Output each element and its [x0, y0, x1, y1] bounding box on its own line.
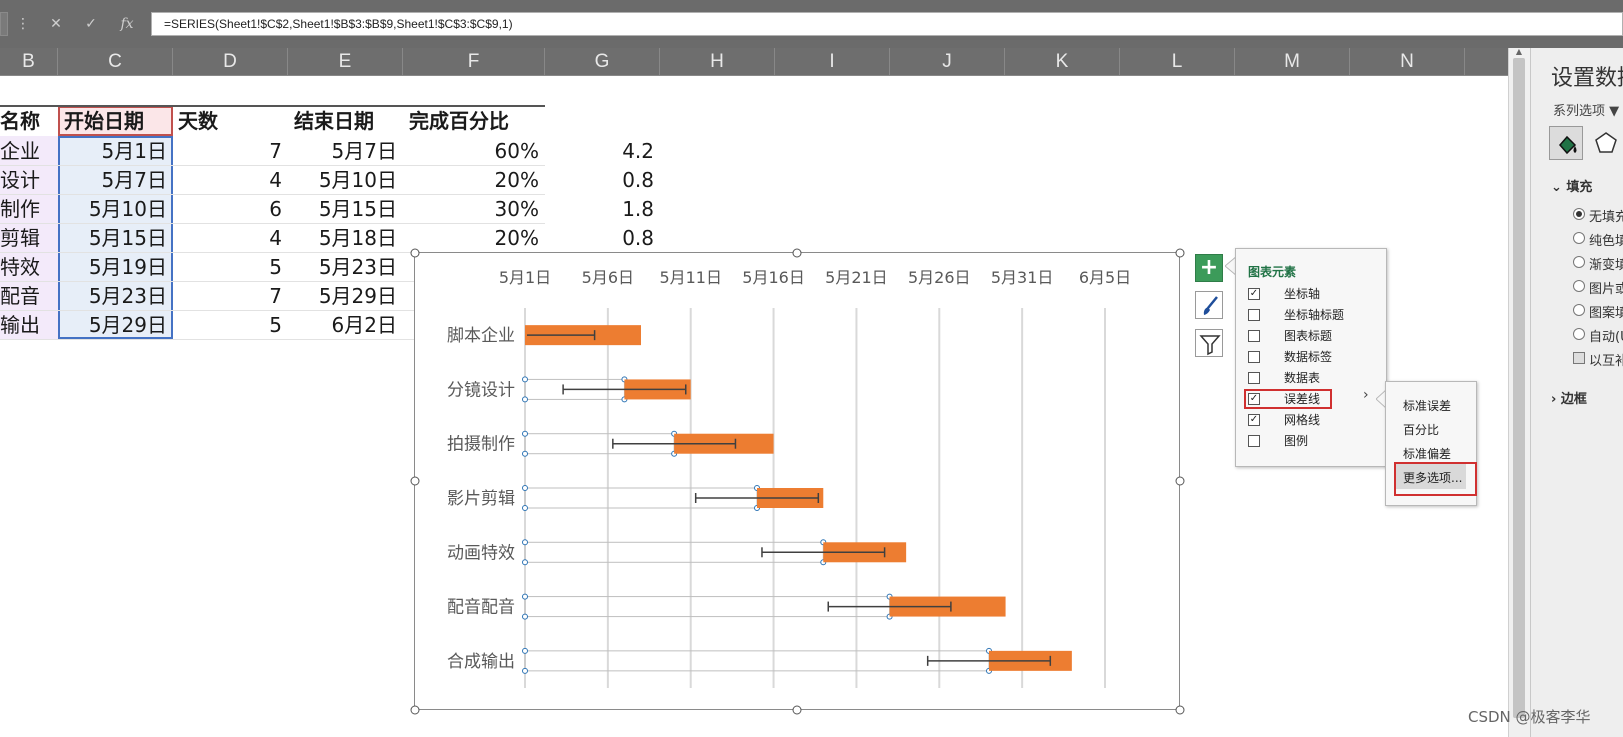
item-label: 图例 [1284, 434, 1309, 448]
item-label: 数据表 [1284, 371, 1321, 385]
item-label: 误差线 [1284, 392, 1321, 406]
error-bars-submenu: 标准误差 百分比 标准偏差 更多选项... [1385, 381, 1477, 506]
chart-element-axes[interactable]: ✓ 坐标轴 [1244, 284, 1380, 304]
chart-filters-button[interactable] [1195, 329, 1223, 357]
chevron-right-icon[interactable]: › [1363, 387, 1369, 403]
resize-handle[interactable] [1175, 476, 1185, 486]
checkbox[interactable]: ✓ [1248, 414, 1260, 426]
brush-icon [1203, 296, 1218, 315]
resize-handle[interactable] [410, 705, 420, 715]
popup-title: 图表元素 [1248, 265, 1297, 279]
chart-element-data-table[interactable]: 数据表 [1244, 368, 1380, 388]
filter-icon [1199, 335, 1221, 356]
checkbox[interactable] [1248, 309, 1260, 321]
resize-handle[interactable] [410, 248, 420, 258]
chart-elements-button[interactable]: + [1195, 254, 1223, 282]
checkbox[interactable] [1248, 435, 1260, 447]
checkbox[interactable]: ✓ [1248, 393, 1260, 405]
excel-window: ⋮ ✕ ✓ fx =SERIES(Sheet1!$C$2,Sheet1!$B$3… [0, 0, 1623, 737]
resize-handle[interactable] [1175, 248, 1185, 258]
watermark: CSDN @极客李华 [1468, 708, 1591, 726]
chart-elements-popup: 图表元素 ✓ 坐标轴 坐标轴标题 图表标题 数据标签 数据表 ✓ 误差线 › ✓… [1235, 248, 1387, 467]
checkbox[interactable]: ✓ [1248, 288, 1260, 300]
item-label: 数据标签 [1284, 350, 1333, 364]
chart-element-error-bars[interactable]: ✓ 误差线 [1244, 389, 1332, 409]
chart-element-data-labels[interactable]: 数据标签 [1244, 347, 1380, 367]
chart-element-legend[interactable]: 图例 [1244, 431, 1380, 451]
menu-item-standard-error[interactable]: 标准误差 [1403, 397, 1451, 414]
item-label: 坐标轴标题 [1284, 308, 1345, 322]
item-label: 网格线 [1284, 413, 1321, 427]
item-label: 图表标题 [1284, 329, 1333, 343]
item-label: 坐标轴 [1284, 287, 1321, 301]
chart-element-gridlines[interactable]: ✓ 网格线 [1244, 410, 1380, 430]
resize-handle[interactable] [792, 705, 802, 715]
plus-icon: + [1199, 255, 1219, 280]
chart-element-axis-titles[interactable]: 坐标轴标题 [1244, 305, 1380, 325]
checkbox[interactable] [1248, 330, 1260, 342]
resize-handle[interactable] [410, 476, 420, 486]
chart-styles-button[interactable] [1195, 291, 1223, 319]
checkbox[interactable] [1248, 351, 1260, 363]
resize-handle[interactable] [792, 248, 802, 258]
resize-handle[interactable] [1175, 705, 1185, 715]
menu-item-percentage[interactable]: 百分比 [1403, 421, 1439, 438]
checkbox[interactable] [1248, 372, 1260, 384]
chart-element-chart-title[interactable]: 图表标题 [1244, 326, 1380, 346]
highlight-box [1394, 462, 1477, 496]
menu-item-standard-deviation[interactable]: 标准偏差 [1403, 445, 1451, 462]
